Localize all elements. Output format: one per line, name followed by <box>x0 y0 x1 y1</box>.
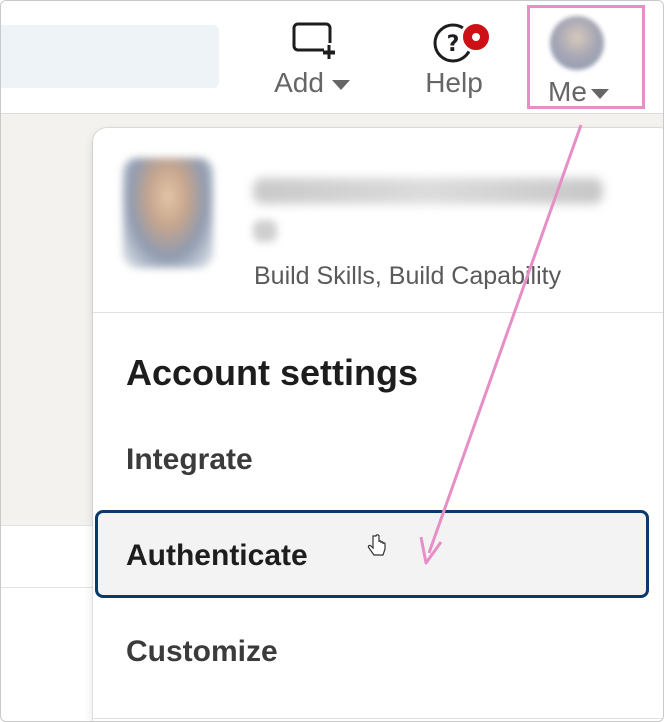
blurred-profile-name <box>253 178 603 204</box>
search-bar[interactable] <box>1 25 219 88</box>
menu-item-authenticate[interactable]: Authenticate <box>95 510 649 598</box>
nav-add-button[interactable]: Add <box>267 15 357 98</box>
svg-text:?: ? <box>447 32 460 57</box>
nav-me-label: Me <box>548 76 587 107</box>
profile-avatar[interactable] <box>123 158 213 268</box>
menu-item-integrate[interactable]: Integrate <box>126 443 253 477</box>
nav-help-label: Help <box>425 67 483 98</box>
background-panel <box>1 526 93 721</box>
blurred-profile-name-2 <box>253 220 277 242</box>
avatar <box>550 16 604 70</box>
divider <box>93 312 663 313</box>
menu-item-authenticate-label: Authenticate <box>126 539 308 572</box>
top-navigation-bar: Add ? Help Me <box>1 1 663 114</box>
nav-add-label: Add <box>274 67 324 98</box>
add-post-icon <box>292 22 335 59</box>
help-notification-badge <box>460 21 492 53</box>
menu-item-customize[interactable]: Customize <box>126 635 278 669</box>
chevron-down-icon <box>590 88 609 99</box>
nav-me-button[interactable]: Me <box>527 5 645 109</box>
hand-pointer-cursor-icon <box>367 534 386 556</box>
profile-tagline: Build Skills, Build Capability <box>254 262 562 290</box>
divider <box>93 718 663 719</box>
me-dropdown-menu: Build Skills, Build Capability Account s… <box>93 128 663 721</box>
section-title-account-settings: Account settings <box>126 352 419 393</box>
app-window: Add ? Help Me Build Skills, Build Capabi… <box>0 0 664 722</box>
chevron-down-icon <box>331 79 350 90</box>
